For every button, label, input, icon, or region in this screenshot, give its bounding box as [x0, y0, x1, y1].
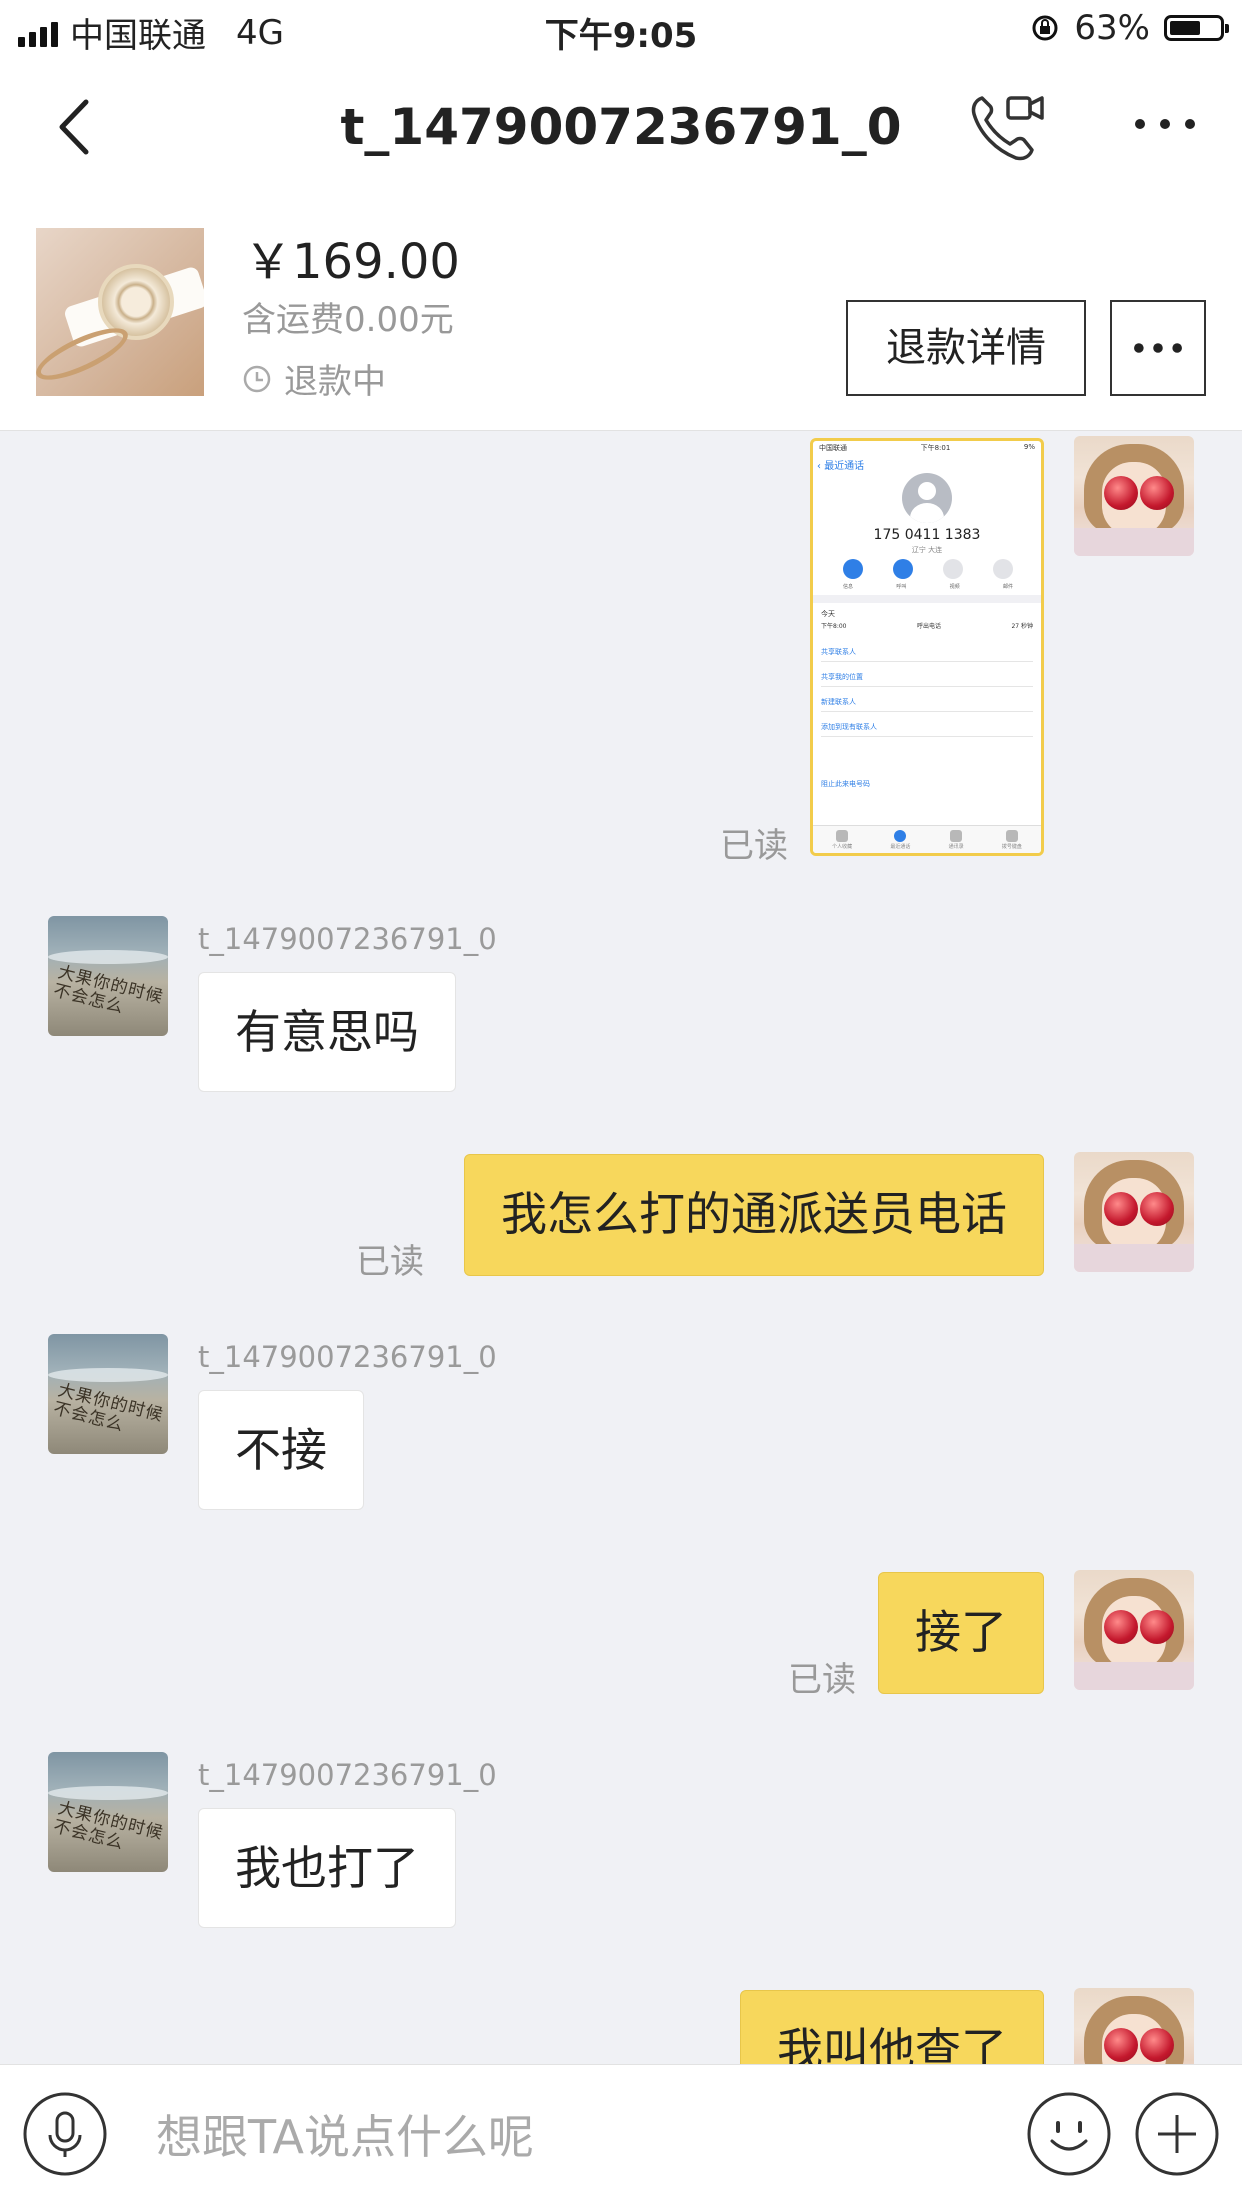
shot-tab: 个人收藏 — [832, 830, 852, 850]
star-icon — [836, 830, 849, 842]
phone-video-icon[interactable] — [968, 88, 1048, 164]
shot-tab-label: 通讯录 — [948, 844, 964, 850]
battery-icon — [1164, 15, 1229, 41]
shot-divider — [813, 595, 1041, 603]
incoming-message[interactable]: 我也打了 — [198, 1808, 456, 1928]
mail-icon — [993, 559, 1013, 579]
self-avatar[interactable] — [1074, 1570, 1194, 1690]
shot-call-type: 呼出电话 — [916, 623, 941, 630]
shot-link: 新建联系人 — [821, 697, 1033, 712]
image-message[interactable]: 中国联通 下午8:01 9% ‹ 最近通话 175 0411 1383 辽宁 大… — [810, 438, 1044, 856]
other-avatar[interactable]: 大果你的时候不会怎么 — [48, 1752, 168, 1872]
sender-name: t_1479007236791_0 — [198, 922, 497, 956]
product-image[interactable] — [36, 228, 204, 396]
outgoing-message[interactable]: 接了 — [878, 1572, 1044, 1694]
contacts-icon — [950, 830, 963, 842]
shot-tab-label: 个人收藏 — [832, 844, 853, 850]
self-avatar[interactable] — [1074, 1152, 1194, 1272]
shot-battery: 9% — [1023, 443, 1035, 451]
shot-link: 阻止此来电号码 — [821, 780, 870, 788]
page-title: t_1479007236791_0 — [340, 98, 902, 156]
incoming-message[interactable]: 不接 — [198, 1390, 364, 1510]
shot-link: 添加到现有联系人 — [821, 722, 1033, 737]
shot-tab: 拨号键盘 — [1002, 830, 1022, 850]
rotation-lock-icon — [1032, 15, 1058, 41]
status-bar: 中国联通 4G 下午9:05 63% — [0, 0, 1242, 62]
emoji-icon[interactable] — [1026, 2091, 1112, 2177]
shot-today: 今天 — [821, 610, 835, 618]
shot-action-icons — [843, 559, 1013, 579]
sender-name: t_1479007236791_0 — [198, 1340, 497, 1374]
order-more-button[interactable] — [1110, 300, 1206, 396]
shot-action-label: 视频 — [949, 584, 960, 590]
outgoing-message[interactable]: 我怎么打的通派送员电话 — [464, 1154, 1044, 1276]
battery-percent: 63% — [1074, 8, 1150, 48]
read-receipt: 已读 — [788, 1660, 856, 1700]
shot-location: 辽宁 大连 — [911, 546, 943, 554]
video-icon — [943, 559, 963, 579]
shot-phone-number: 175 0411 1383 — [873, 527, 981, 543]
sender-name: t_1479007236791_0 — [198, 1758, 497, 1792]
shot-call-row: 下午8:00 呼出电话 27 秒钟 — [821, 621, 1033, 630]
avatar-text: 大果你的时候不会怎么 — [51, 1798, 166, 1854]
plus-icon[interactable] — [1134, 2091, 1220, 2177]
read-receipt: 已读 — [356, 1242, 424, 1282]
shot-back-link: ‹ 最近通话 — [817, 461, 865, 472]
incoming-message[interactable]: 有意思吗 — [198, 972, 456, 1092]
nav-bar: t_1479007236791_0 — [0, 62, 1242, 192]
order-product-bar: ￥169.00 含运费0.00元 退款中 退款详情 — [0, 192, 1242, 431]
shot-tab-bar: 个人收藏 最近通话 通讯录 拨号键盘 — [813, 825, 1041, 853]
phone-icon — [893, 559, 913, 579]
shot-tab: 最近通话 — [890, 830, 910, 850]
other-avatar[interactable]: 大果你的时候不会怎么 — [48, 1334, 168, 1454]
refund-status: 退款中 — [242, 354, 386, 403]
shot-call-duration: 27 秒钟 — [1011, 623, 1033, 630]
message-input[interactable]: 想跟TA说点什么呢 — [156, 2101, 534, 2167]
self-avatar[interactable] — [1074, 436, 1194, 556]
contact-avatar-icon — [902, 473, 952, 523]
shot-carrier: 中国联通 — [819, 444, 847, 452]
shot-link: 共享我的位置 — [821, 672, 1033, 687]
shot-tab-label: 拨号键盘 — [1001, 844, 1022, 850]
microphone-icon[interactable] — [22, 2091, 108, 2177]
avatar-text: 大果你的时候不会怎么 — [51, 962, 166, 1018]
product-price: ￥169.00 — [244, 234, 460, 290]
avatar-text: 大果你的时候不会怎么 — [51, 1380, 166, 1436]
shot-action-label: 信息 — [843, 584, 854, 590]
clock-icon — [243, 365, 271, 392]
other-avatar[interactable]: 大果你的时候不会怎么 — [48, 916, 168, 1036]
shot-tab-label: 最近通话 — [890, 844, 911, 850]
shot-call-time: 下午8:00 — [821, 623, 847, 630]
read-receipt: 已读 — [720, 826, 788, 866]
message-icon — [843, 559, 863, 579]
shipping-fee: 含运费0.00元 — [242, 300, 454, 340]
shot-action-label: 呼叫 — [896, 584, 907, 590]
shot-action-label: 邮件 — [1002, 584, 1013, 590]
status-right: 63% — [1030, 8, 1229, 48]
refund-status-label: 退款中 — [284, 362, 386, 402]
more-dots-icon[interactable] — [1130, 104, 1200, 144]
shot-status-bar: 中国联通 下午8:01 9% — [819, 443, 1035, 453]
shot-time: 下午8:01 — [920, 444, 951, 452]
shot-tab: 通讯录 — [949, 830, 964, 850]
keypad-icon — [1005, 830, 1018, 842]
input-bar: 想跟TA说点什么呢 — [0, 2064, 1242, 2209]
clock-icon — [894, 830, 907, 842]
shot-back-label: 最近通话 — [824, 461, 865, 472]
shot-action-labels: 信息 呼叫 视频 邮件 — [843, 583, 1013, 590]
refund-details-button[interactable]: 退款详情 — [846, 300, 1086, 396]
shot-link: 共享联系人 — [821, 647, 1033, 662]
